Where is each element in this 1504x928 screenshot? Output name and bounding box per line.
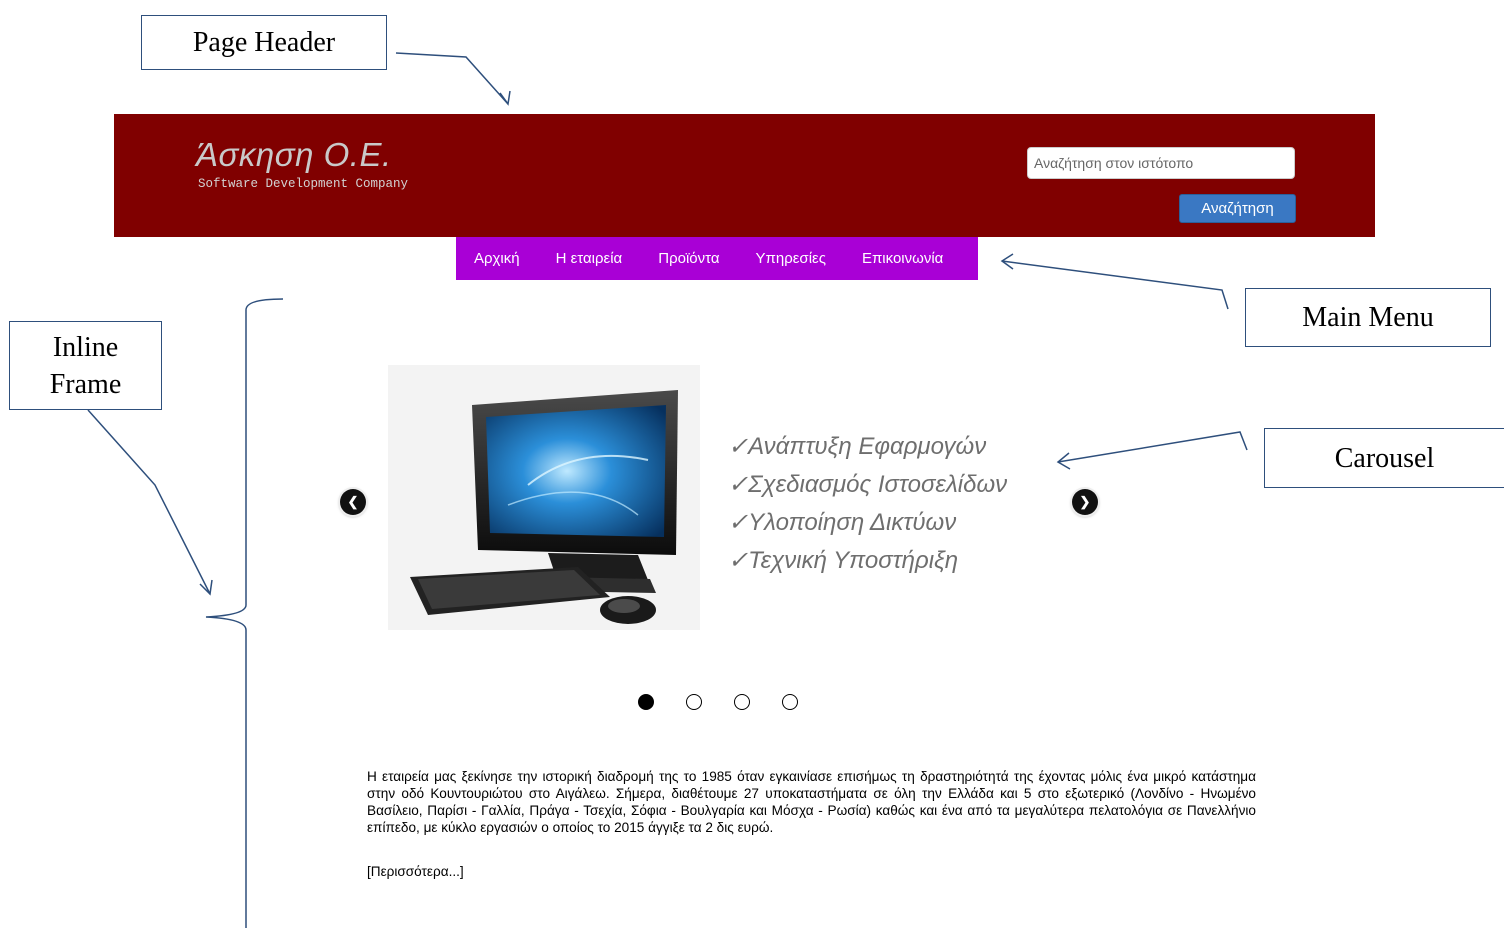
carousel-indicator[interactable] [686, 694, 702, 710]
carousel-next-button[interactable]: ❯ [1072, 489, 1098, 515]
menu-item-home[interactable]: Αρχική [474, 250, 520, 267]
slide-line: ✓Ανάπτυξη Εφαρμογών [728, 433, 987, 460]
carousel-indicator[interactable] [734, 694, 750, 710]
main-menu-callout-label: Main Menu [1302, 302, 1434, 333]
page-header-callout-label: Page Header [192, 27, 336, 58]
inline-frame-callout: Inline Frame [9, 321, 162, 410]
main-menu-arrow [1001, 260, 1229, 310]
page-header-arrow [395, 52, 509, 105]
carousel-indicator[interactable] [782, 694, 798, 710]
menu-item-products[interactable]: Προϊόντα [658, 250, 719, 267]
chevron-left-icon: ❮ [347, 494, 359, 509]
menu-item-services[interactable]: Υπηρεσίες [756, 250, 826, 267]
inline-frame-arrow [87, 409, 211, 595]
slide-line: ✓Υλοποίηση Δικτύων [728, 509, 957, 536]
inline-frame-callout-line1: Inline [52, 331, 119, 363]
inline-frame-brace [205, 298, 284, 928]
more-link[interactable]: [Περισσότερα...] [367, 864, 464, 879]
menu-item-contact[interactable]: Επικοινωνία [862, 250, 943, 267]
page-header: Άσκηση Ο.Ε. Software Development Company… [114, 114, 1375, 237]
main-menu-callout: Main Menu [1245, 288, 1491, 347]
slide-line: ✓Τεχνική Υποστήριξη [728, 547, 959, 574]
carousel-indicator[interactable] [638, 694, 654, 710]
carousel-callout-label: Carousel [1334, 442, 1435, 474]
company-description: Η εταιρεία μας ξεκίνησε την ιστορική δια… [367, 769, 1256, 835]
carousel-prev-button[interactable]: ❮ [340, 489, 366, 515]
search-button[interactable]: Αναζήτηση [1179, 194, 1296, 223]
desktop-computer-icon [388, 365, 700, 630]
carousel-callout: Carousel [1264, 428, 1504, 488]
carousel: ✓Ανάπτυξη Εφαρμογών ✓Σχεδιασμός Ιστοσελί… [300, 350, 1120, 730]
site-subtitle: Software Development Company [198, 177, 409, 191]
page-header-callout: Page Header [141, 15, 387, 70]
inline-frame-callout-line2: Frame [49, 368, 122, 400]
chevron-right-icon: ❯ [1079, 494, 1091, 509]
site-title[interactable]: Άσκηση Ο.Ε. [196, 136, 392, 174]
search-input[interactable] [1027, 147, 1295, 179]
slide-line: ✓Σχεδιασμός Ιστοσελίδων [728, 471, 1008, 498]
slide-text: ✓Ανάπτυξη Εφαρμογών ✓Σχεδιασμός Ιστοσελί… [728, 428, 1007, 580]
main-menu: Αρχική Η εταιρεία Προϊόντα Υπηρεσίες Επι… [456, 237, 978, 280]
carousel-indicators [638, 694, 830, 710]
menu-item-company[interactable]: Η εταιρεία [556, 250, 623, 267]
